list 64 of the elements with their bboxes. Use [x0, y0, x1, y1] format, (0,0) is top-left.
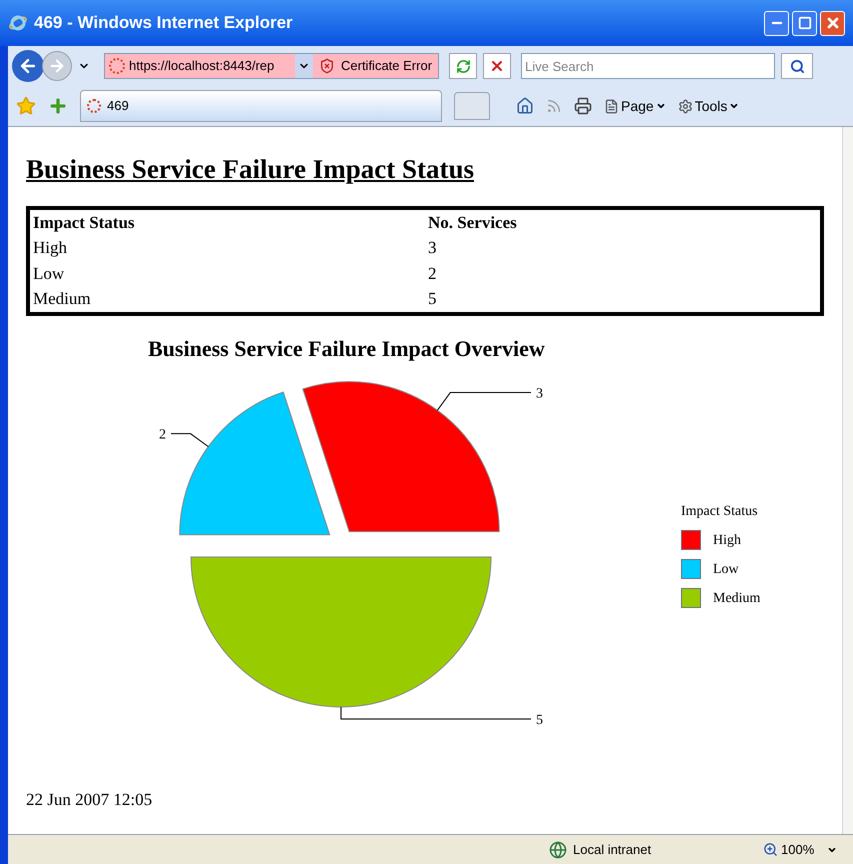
scrollbar[interactable] [842, 127, 853, 834]
browser-tab[interactable]: 469 [80, 90, 442, 122]
shield-icon [319, 58, 335, 74]
legend-swatch [681, 530, 701, 550]
add-favorite-icon[interactable] [48, 96, 68, 116]
forward-button[interactable] [42, 51, 72, 81]
window-title: 469 - Windows Internet Explorer [34, 12, 293, 34]
table-cell: 2 [425, 260, 822, 286]
legend-label: High [713, 532, 741, 550]
page-heading: Business Service Failure Impact Status [26, 153, 474, 186]
legend-title: Impact Status [681, 502, 759, 520]
page-icon [87, 99, 101, 113]
search-field[interactable]: Live Search [521, 53, 776, 79]
caret-icon [656, 101, 666, 111]
browser-logo-icon [8, 13, 28, 33]
leader-line [170, 432, 209, 447]
close-button[interactable] [820, 10, 845, 36]
table-cell: 3 [425, 235, 822, 260]
table-cell: High [28, 235, 425, 260]
legend-swatch [681, 559, 701, 579]
search-button[interactable] [781, 53, 814, 79]
search-icon [790, 58, 805, 74]
refresh-button[interactable] [449, 53, 478, 79]
table-cell: 5 [425, 286, 822, 314]
address-field[interactable]: https://localhost:8443/rep [125, 56, 295, 76]
refresh-icon [456, 58, 471, 74]
legend-swatch [681, 588, 701, 608]
feed-icon[interactable] [546, 98, 562, 114]
globe-icon [549, 840, 567, 858]
page-icon [109, 58, 125, 74]
arrow-left-icon [18, 56, 38, 76]
minimize-button[interactable] [764, 10, 789, 36]
toolbar-menu-button[interactable]: Tools [678, 96, 740, 116]
close-icon [824, 15, 840, 31]
certificate-error-button[interactable]: Certificate Error [313, 56, 438, 76]
maximize-icon [798, 16, 812, 30]
home-icon[interactable] [516, 97, 534, 115]
data-label: 3 [536, 386, 543, 402]
zoom-icon [763, 842, 778, 857]
address-bar[interactable]: https://localhost:8443/rep Certificate Error [104, 53, 440, 79]
chart-title: Business Service Failure Impact Overview [148, 334, 545, 363]
zoom-button[interactable]: 100% [763, 840, 853, 860]
table-cell: Low [28, 260, 425, 286]
data-label: 5 [536, 712, 543, 728]
toolbar-menu-button[interactable]: Page [604, 96, 666, 116]
data-label: 2 [159, 427, 166, 442]
address-dropdown-button[interactable] [295, 54, 313, 78]
stop-button[interactable] [483, 53, 512, 79]
arrow-right-icon [48, 57, 66, 75]
maximize-button[interactable] [792, 10, 817, 36]
document-icon [604, 98, 619, 114]
column-header: Impact Status [28, 208, 425, 235]
caret-icon [729, 101, 740, 111]
zone-label: Local intranet [573, 840, 652, 859]
legend-label: Medium [713, 590, 760, 608]
star-icon[interactable] [16, 96, 36, 116]
new-tab-button[interactable] [454, 92, 490, 120]
legend-label: Low [713, 560, 739, 578]
gear-icon [678, 98, 693, 114]
printer-icon[interactable] [574, 97, 592, 115]
table-cell: Medium [28, 286, 425, 314]
column-header: No. Services [425, 208, 822, 235]
timestamp: 22 Jun 2007 12:05 [26, 788, 152, 810]
back-button[interactable] [12, 50, 44, 82]
